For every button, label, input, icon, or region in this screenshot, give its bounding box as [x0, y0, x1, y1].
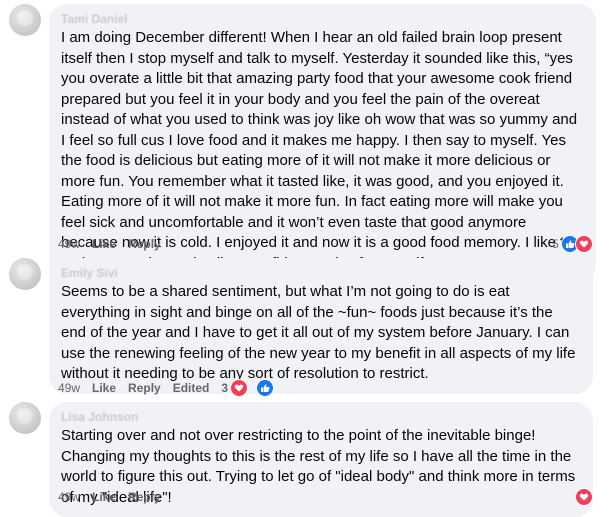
comment-actions: 49w Like Reply [58, 236, 173, 252]
reply-button[interactable]: Reply [128, 381, 161, 395]
edited-label: Edited [172, 381, 210, 395]
reply-button[interactable]: Reply [128, 490, 161, 504]
reaction-count: 5 [552, 237, 559, 251]
reply-button[interactable]: Reply [128, 237, 161, 251]
reaction-summary[interactable] [575, 488, 593, 506]
like-button[interactable]: Like [92, 381, 116, 395]
comment-actions: 49w Like Reply Edited 3 [58, 379, 298, 397]
comment-author[interactable]: Lisa Johnson [61, 410, 581, 424]
reaction-summary[interactable]: 3 [221, 379, 298, 397]
comment-author[interactable]: Tami Daniel [61, 12, 584, 26]
like-button[interactable]: Like [92, 237, 116, 251]
heart-icon [575, 488, 593, 506]
heart-icon [230, 379, 249, 397]
comment-bubble: Emily Sivi Seems to be a shared sentimen… [49, 258, 593, 394]
heart-icon [574, 235, 593, 253]
timestamp[interactable]: 49w [58, 237, 80, 251]
thumbs-up-icon [256, 379, 275, 397]
timestamp[interactable]: 49w [58, 490, 80, 504]
comment-actions: 49w Like Reply [58, 489, 173, 505]
avatar[interactable] [9, 4, 41, 36]
like-button[interactable]: Like [92, 490, 116, 504]
reaction-summary[interactable]: 5 [552, 235, 593, 253]
timestamp[interactable]: 49w [58, 381, 80, 395]
comment-body: Seems to be a shared sentiment, but what… [61, 283, 576, 382]
comment-author[interactable]: Emily Sivi [61, 266, 581, 280]
reaction-count: 3 [221, 381, 229, 395]
avatar[interactable] [9, 402, 41, 434]
avatar[interactable] [9, 258, 41, 290]
